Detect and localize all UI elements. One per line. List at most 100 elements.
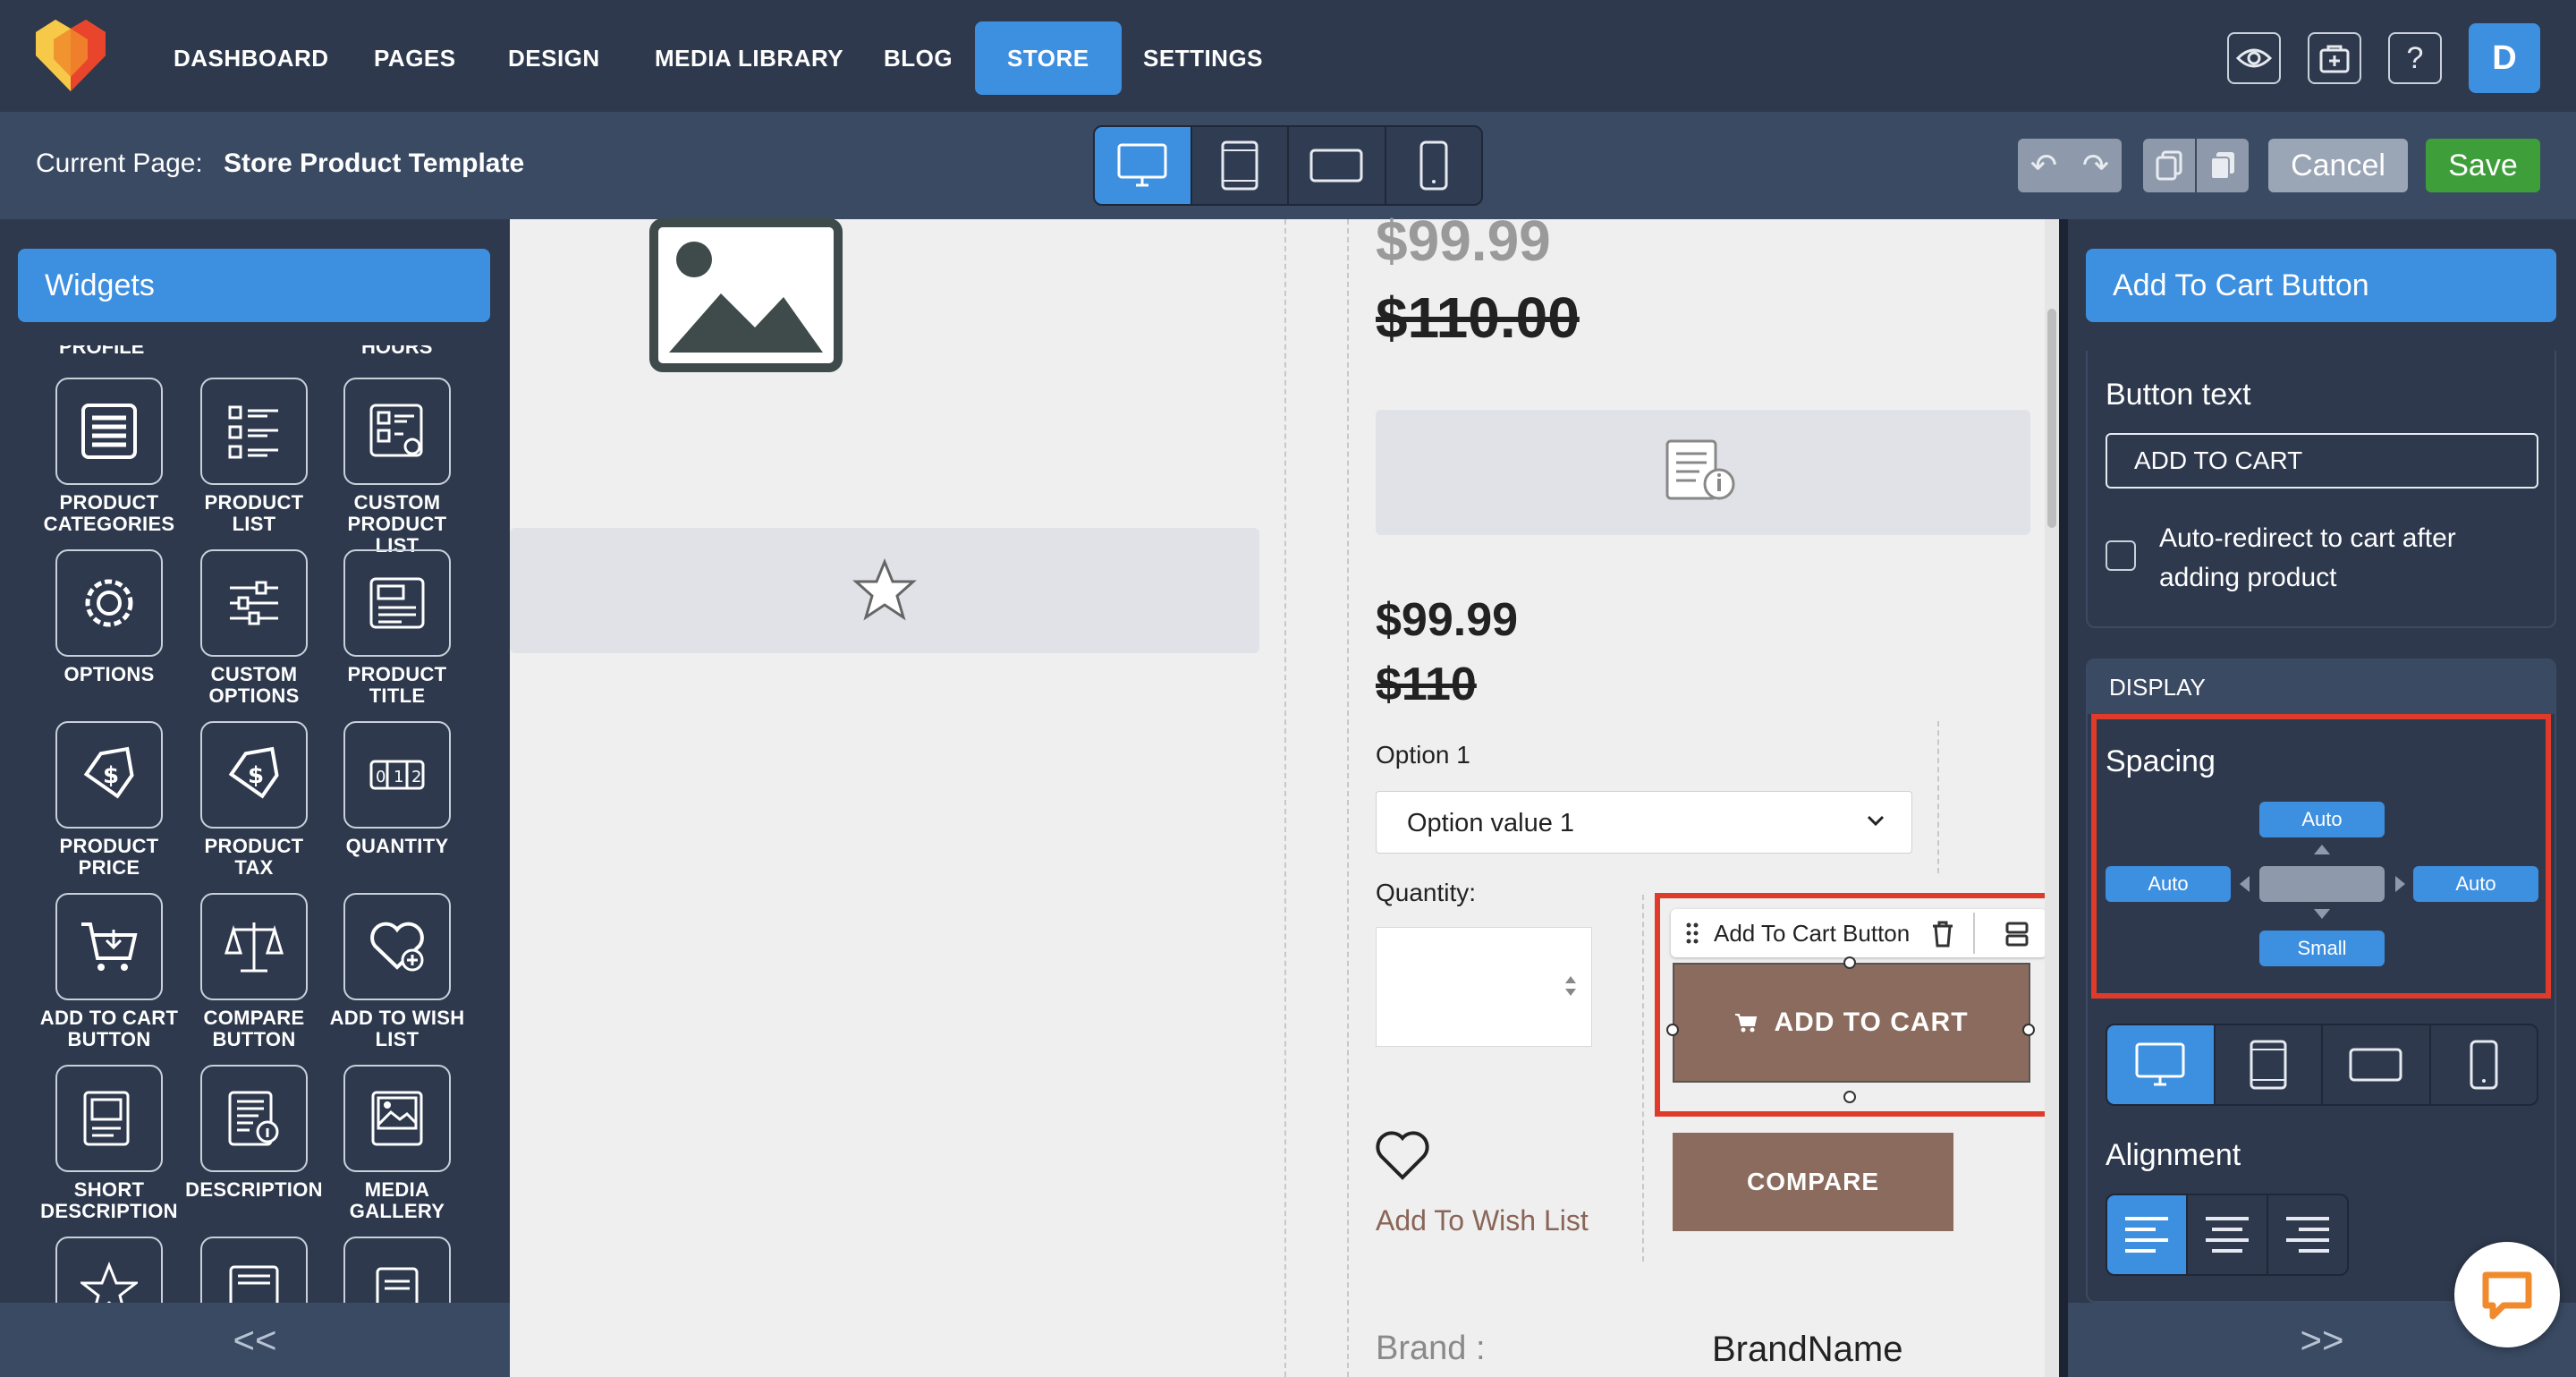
- product-price-icon: $: [83, 746, 134, 799]
- auto-redirect-label: Auto-redirect to cart after adding produ…: [2159, 523, 2456, 592]
- widget-label: COMPARE BUTTON: [203, 1007, 305, 1050]
- save-button[interactable]: Save: [2426, 139, 2540, 192]
- device-desktop-button[interactable]: [1095, 127, 1192, 204]
- widget-add-to-wish-list[interactable]: ADD TO WISH LIST: [327, 893, 467, 1050]
- align-right-button[interactable]: [2268, 1195, 2347, 1274]
- device-tablet-button[interactable]: [1192, 127, 1289, 204]
- resize-handle-right[interactable]: [2022, 1024, 2035, 1036]
- button-text-input[interactable]: ADD TO CART: [2106, 433, 2538, 489]
- spacing-right-button[interactable]: Auto: [2413, 866, 2538, 902]
- redo-button[interactable]: ↷: [2070, 139, 2122, 192]
- add-to-wish-list-link[interactable]: Add To Wish List: [1376, 1204, 1589, 1237]
- device-mobile-button[interactable]: [1386, 127, 1482, 204]
- heart-icon[interactable]: [1374, 1129, 1431, 1183]
- avatar[interactable]: D: [2469, 23, 2540, 93]
- widget-options[interactable]: OPTIONS: [39, 549, 179, 685]
- nav-settings[interactable]: SETTINGS: [1111, 21, 1295, 95]
- widget-add-to-cart-button[interactable]: ADD TO CART BUTTON: [39, 893, 179, 1050]
- resize-handle-left[interactable]: [1666, 1024, 1679, 1036]
- widget-product-list[interactable]: PRODUCT LIST: [184, 378, 324, 535]
- arrow-right-icon: [2395, 876, 2405, 892]
- option-select-value: Option value 1: [1407, 809, 1575, 837]
- align-left-button[interactable]: [2107, 1195, 2188, 1274]
- svg-text:$: $: [248, 762, 264, 789]
- display-device-mobile[interactable]: [2431, 1025, 2538, 1104]
- star-icon: [852, 558, 917, 621]
- add-to-cart-button[interactable]: ADD TO CART: [1673, 963, 2030, 1083]
- nav-blog[interactable]: BLOG: [852, 21, 985, 95]
- nav-dashboard[interactable]: DASHBOARD: [141, 21, 361, 95]
- widget-short-description[interactable]: SHORT DESCRIPTION: [39, 1065, 179, 1222]
- quantity-label: Quantity:: [1376, 879, 1477, 906]
- copy-icon: [2156, 150, 2182, 181]
- widget-compare-button[interactable]: COMPARE BUTTON: [184, 893, 324, 1050]
- compare-icon: [224, 922, 284, 973]
- widget-partial[interactable]: [343, 1237, 451, 1303]
- spacing-top-button[interactable]: Auto: [2259, 802, 2385, 837]
- display-device-desktop[interactable]: [2107, 1025, 2216, 1104]
- widget-product-tax[interactable]: $ PRODUCT TAX: [184, 721, 324, 879]
- device-tablet-landscape-button[interactable]: [1289, 127, 1386, 204]
- nav-store[interactable]: STORE: [975, 21, 1122, 95]
- align-center-icon: [2206, 1217, 2249, 1253]
- copy-button[interactable]: [2143, 139, 2195, 192]
- description-widget[interactable]: [1376, 410, 2030, 535]
- auto-redirect-checkbox[interactable]: [2106, 540, 2136, 571]
- widget-label: CUSTOM PRODUCT LIST: [347, 491, 447, 557]
- spacing-bottom-button[interactable]: Small: [2259, 931, 2385, 966]
- canvas-scrollbar-thumb[interactable]: [2047, 309, 2056, 528]
- widget-description[interactable]: DESCRIPTION: [184, 1065, 324, 1201]
- quantity-input[interactable]: [1376, 927, 1592, 1047]
- cart-icon: [1735, 1014, 1758, 1033]
- display-device-switcher: [2106, 1024, 2538, 1106]
- cancel-button[interactable]: Cancel: [2268, 139, 2408, 192]
- display-device-tablet[interactable]: [2216, 1025, 2323, 1104]
- widget-partial[interactable]: [55, 1237, 163, 1303]
- widget-toolbar-label: Add To Cart Button: [1714, 920, 1911, 947]
- resize-handle-top[interactable]: [1843, 956, 1856, 969]
- trash-icon[interactable]: [1930, 920, 1955, 948]
- widget-label: CUSTOM OPTIONS: [208, 663, 300, 707]
- align-center-button[interactable]: [2188, 1195, 2268, 1274]
- eye-icon: [2236, 48, 2272, 68]
- preview-eye-button[interactable]: [2227, 32, 2281, 84]
- widget-label: PRODUCT CATEGORIES: [43, 491, 175, 535]
- widget-partial[interactable]: [200, 1237, 308, 1303]
- spacing-label: Spacing: [2106, 744, 2216, 778]
- widget-custom-options[interactable]: CUSTOM OPTIONS: [184, 549, 324, 707]
- widget-product-price[interactable]: $ PRODUCT PRICE: [39, 721, 179, 879]
- spacing-left-button[interactable]: Auto: [2106, 866, 2231, 902]
- nav-pages[interactable]: PAGES: [342, 21, 488, 95]
- paste-button[interactable]: [2197, 139, 2249, 192]
- description-icon: [228, 1091, 279, 1146]
- nav-design[interactable]: DESIGN: [476, 21, 632, 95]
- stepper-icon[interactable]: [1563, 973, 1579, 999]
- brand-value: BrandName: [1712, 1330, 1903, 1369]
- resize-handle-bottom[interactable]: [1843, 1091, 1856, 1103]
- rating-widget[interactable]: [510, 528, 1259, 653]
- widget-quantity[interactable]: 012 QUANTITY: [327, 721, 467, 857]
- svg-text:1: 1: [394, 768, 403, 786]
- product-price: $99.99: [1376, 208, 1551, 273]
- device-switcher: [1093, 125, 1483, 206]
- logo-icon[interactable]: [34, 20, 107, 93]
- image-placeholder-icon[interactable]: [649, 218, 843, 372]
- widget-product-title[interactable]: PRODUCT TITLE: [327, 549, 467, 707]
- store-button[interactable]: [2308, 32, 2361, 84]
- help-button[interactable]: ?: [2388, 32, 2442, 84]
- layout-icon[interactable]: [2005, 922, 2029, 947]
- widget-product-categories[interactable]: PRODUCT CATEGORIES: [39, 378, 179, 535]
- display-device-tablet-landscape[interactable]: [2323, 1025, 2431, 1104]
- widget-label: SHORT DESCRIPTION: [40, 1178, 178, 1222]
- chat-button[interactable]: [2454, 1242, 2560, 1347]
- widget-custom-product-list[interactable]: CUSTOM PRODUCT LIST: [327, 378, 467, 557]
- option-select[interactable]: Option value 1: [1376, 791, 1912, 854]
- undo-button[interactable]: ↶: [2018, 139, 2070, 192]
- collapse-left-panel-button[interactable]: <<: [0, 1303, 510, 1377]
- properties-panel-title: Add To Cart Button: [2086, 249, 2556, 322]
- compare-button[interactable]: COMPARE: [1673, 1133, 1953, 1231]
- product-list-icon: [228, 405, 278, 459]
- drag-handle-icon[interactable]: [1685, 922, 1699, 945]
- nav-media-library[interactable]: MEDIA LIBRARY: [623, 21, 876, 95]
- widget-media-gallery[interactable]: MEDIA GALLERY: [327, 1065, 467, 1222]
